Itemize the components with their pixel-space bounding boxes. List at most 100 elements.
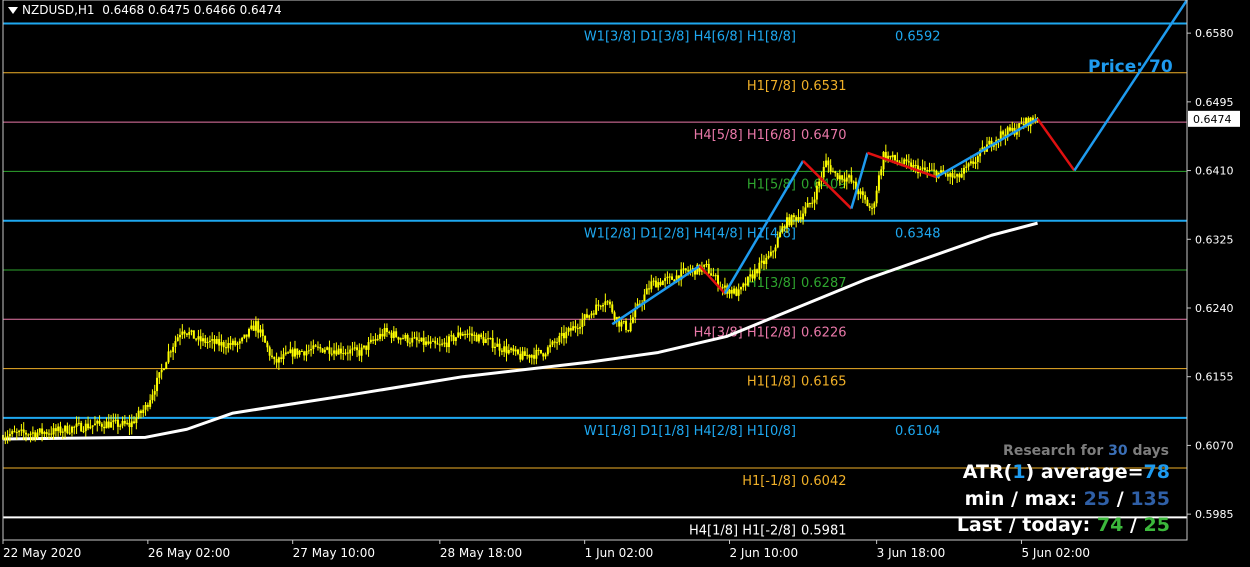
candle-body <box>411 337 414 343</box>
min-value: 25 <box>1083 488 1111 510</box>
candle-body <box>80 422 83 432</box>
candle-body <box>845 177 848 182</box>
minmax-sep: / <box>1116 488 1124 510</box>
x-tick-label: 27 May 10:00 <box>293 546 375 560</box>
candle-body <box>671 276 674 280</box>
candle-body <box>202 338 205 342</box>
candle-body <box>254 321 257 331</box>
candle-body <box>822 166 825 178</box>
research-days: 30 <box>1108 443 1128 459</box>
candle-body <box>339 348 342 354</box>
candle-body <box>928 169 931 171</box>
symbol-label: NZDUSD,H1 <box>22 3 95 17</box>
candle-body <box>234 340 237 346</box>
candle-body <box>84 423 87 432</box>
candle-body <box>34 432 37 438</box>
candle-body <box>208 340 211 342</box>
candle-body <box>712 275 715 277</box>
candle-body <box>1002 131 1005 135</box>
candle-body <box>493 346 496 349</box>
candle-body <box>744 283 747 286</box>
candle-body <box>252 325 255 331</box>
candle-body <box>360 347 363 356</box>
candle-body <box>397 337 400 340</box>
candle-body <box>512 348 515 352</box>
candle-body <box>222 342 225 348</box>
candle-body <box>585 314 588 318</box>
candle-body <box>415 337 418 341</box>
candle-body <box>746 276 749 286</box>
candle-body <box>169 351 172 353</box>
candle-body <box>907 161 910 163</box>
candle-body <box>231 340 234 345</box>
candle-body <box>861 191 864 196</box>
candle-body <box>156 377 159 392</box>
candle-body <box>404 335 407 339</box>
candle-body <box>684 268 687 271</box>
level-label: H1[1/8] <box>747 375 796 390</box>
atr-prefix: ATR( <box>962 461 1013 483</box>
candle-body <box>307 350 310 352</box>
candle-body <box>41 428 44 434</box>
candle-body <box>682 268 685 270</box>
candle-body <box>595 304 598 315</box>
candle-body <box>298 351 301 355</box>
candle-body <box>392 331 395 338</box>
candle-body <box>312 345 315 350</box>
candle-body <box>608 301 611 305</box>
candle-body <box>427 341 430 344</box>
level-value: 0.5981 <box>801 523 847 538</box>
candle-body <box>197 336 200 340</box>
candle-body <box>342 353 345 355</box>
candle-body <box>303 351 306 356</box>
candle-body <box>473 334 476 336</box>
candle-body <box>388 331 391 333</box>
candle-body <box>475 334 478 342</box>
candle-body <box>337 348 340 355</box>
candle-body <box>841 175 844 180</box>
candle-body <box>335 350 338 355</box>
candle-body <box>783 226 786 228</box>
candle-body <box>220 342 223 346</box>
last-sep: / <box>1129 514 1137 536</box>
candle-body <box>100 423 103 427</box>
candle-body <box>346 352 349 354</box>
candle-body <box>241 337 244 342</box>
candle-body <box>425 341 428 345</box>
candle-body <box>788 217 791 226</box>
candle-body <box>195 338 198 340</box>
candle-body <box>940 170 943 173</box>
candle-body <box>445 342 448 348</box>
candle-body <box>484 339 487 344</box>
candle-body <box>664 278 667 281</box>
candle-body <box>988 140 991 145</box>
candle-body <box>829 165 832 172</box>
candle-body <box>758 262 761 274</box>
y-tick-label: 0.6410 <box>1195 165 1234 178</box>
candle-body <box>480 334 483 338</box>
candle-body <box>710 273 713 276</box>
level-value: 0.6531 <box>801 79 847 94</box>
candle-body <box>620 322 623 327</box>
candle-body <box>533 355 536 359</box>
candle-body <box>852 181 855 183</box>
candle-body <box>687 270 690 272</box>
candle-body <box>866 199 869 206</box>
dropdown-triangle-icon[interactable] <box>8 7 18 14</box>
candle-body <box>953 176 956 178</box>
candle-body <box>728 289 731 294</box>
candle-body <box>859 191 862 195</box>
level-value: 0.6104 <box>895 424 941 439</box>
candle-body <box>516 349 519 354</box>
candle-body <box>797 217 800 221</box>
atr-period: 1 <box>1012 461 1026 483</box>
x-tick-label: 26 May 02:00 <box>148 546 230 560</box>
candle-body <box>792 215 795 218</box>
x-tick-label: 28 May 18:00 <box>440 546 522 560</box>
candle-body <box>162 369 165 371</box>
candle-body <box>273 356 276 360</box>
candle-body <box>61 431 64 433</box>
price-label-value: 70 <box>1149 57 1173 77</box>
candle-body <box>59 426 62 433</box>
candle-body <box>615 316 618 320</box>
